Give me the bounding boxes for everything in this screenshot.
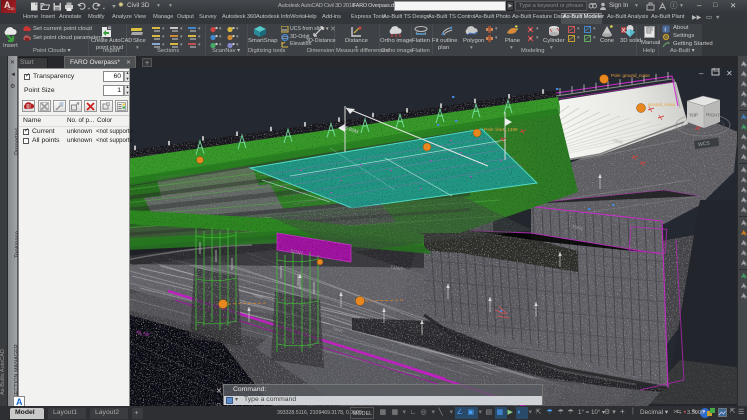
- svg-text:RIGHT: RIGHT: [706, 112, 721, 118]
- svg-text:–: –: [699, 69, 704, 78]
- svg-text:TOP: TOP: [689, 112, 698, 118]
- svg-text:✕: ✕: [726, 69, 733, 78]
- svg-text:Pole: line1_1499: Pole: line1_1499: [484, 127, 518, 132]
- svg-text:Pole: ground_noise: Pole: ground_noise: [611, 73, 650, 78]
- svg-text:ground_noise: ground_noise: [648, 102, 676, 107]
